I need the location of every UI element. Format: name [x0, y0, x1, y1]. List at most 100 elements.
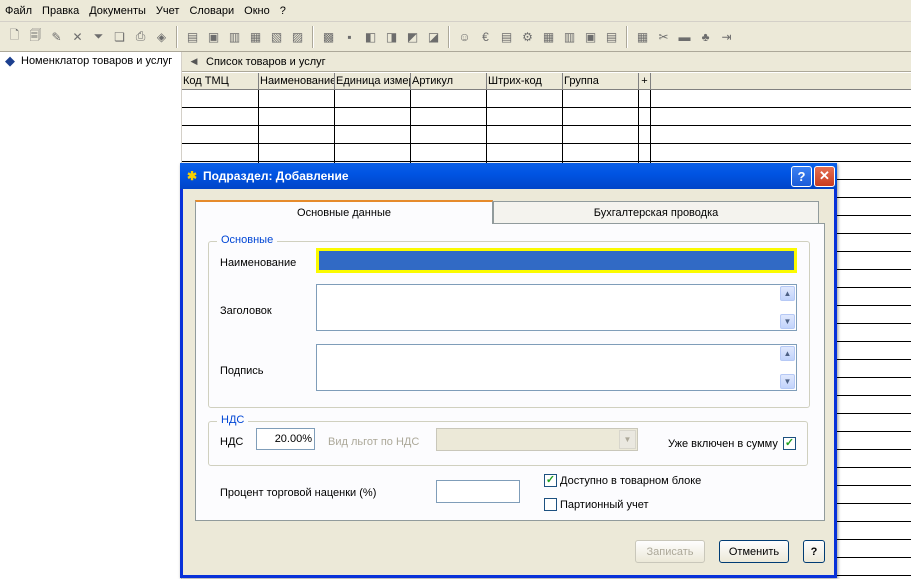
- chart-icon[interactable]: ◨: [382, 27, 401, 46]
- delete-icon[interactable]: ✕: [68, 27, 87, 46]
- column-header-group[interactable]: Группа: [563, 73, 639, 90]
- menu-dictionaries[interactable]: Словари: [184, 0, 239, 22]
- tree-item-nomenclature[interactable]: ◆ Номенклатор товаров и услуг: [0, 52, 181, 70]
- table-cell[interactable]: [335, 108, 411, 126]
- transfer-icon[interactable]: ♣: [696, 27, 715, 46]
- list-icon[interactable]: ▤: [602, 27, 621, 46]
- folder-open-icon[interactable]: ▬: [675, 27, 694, 46]
- table-cell[interactable]: [651, 90, 911, 108]
- table-cell[interactable]: [259, 108, 335, 126]
- move-icon[interactable]: ▦: [246, 27, 265, 46]
- export-icon[interactable]: ▨: [288, 27, 307, 46]
- table-cell[interactable]: [487, 126, 563, 144]
- collapse-arrow-icon[interactable]: ◀: [186, 54, 202, 70]
- upload-icon[interactable]: ▧: [267, 27, 286, 46]
- header-scrollbar[interactable]: ▲ ▼: [780, 286, 795, 329]
- print-icon[interactable]: ⎙: [131, 27, 150, 46]
- archive-icon[interactable]: ▣: [581, 27, 600, 46]
- filter-icon[interactable]: ⏷: [89, 27, 108, 46]
- link-icon[interactable]: ◧: [361, 27, 380, 46]
- table-row[interactable]: [182, 90, 911, 108]
- menu-help[interactable]: ?: [275, 0, 291, 22]
- new-doc-icon[interactable]: 🗋: [5, 27, 24, 46]
- table-icon[interactable]: ▥: [560, 27, 579, 46]
- signature-scrollbar[interactable]: ▲ ▼: [780, 346, 795, 389]
- menu-edit[interactable]: Правка: [37, 0, 84, 22]
- table-cell[interactable]: [639, 90, 651, 108]
- table-cell[interactable]: [639, 126, 651, 144]
- table-cell[interactable]: [487, 90, 563, 108]
- vat-included-checkbox[interactable]: ✓: [783, 437, 796, 450]
- column-header-name[interactable]: Наименование: [259, 73, 335, 90]
- menu-file[interactable]: Файл: [0, 0, 37, 22]
- save-button[interactable]: Записать: [635, 540, 705, 563]
- table-cell[interactable]: [651, 144, 911, 162]
- dialog-titlebar[interactable]: ✱ Подраздел: Добавление ? ✕: [180, 163, 837, 189]
- table-cell[interactable]: [563, 126, 639, 144]
- table-cell[interactable]: [651, 108, 911, 126]
- exit-icon[interactable]: ⇥: [717, 27, 736, 46]
- title-close-button[interactable]: ✕: [814, 165, 835, 187]
- notes-icon[interactable]: ▤: [497, 27, 516, 46]
- table-cell[interactable]: [411, 108, 487, 126]
- table-cell[interactable]: [411, 126, 487, 144]
- edit-doc-icon[interactable]: ✎: [47, 27, 66, 46]
- table-cell[interactable]: [563, 108, 639, 126]
- bookmark-icon[interactable]: ▪: [340, 27, 359, 46]
- table-cell[interactable]: [563, 144, 639, 162]
- tools-icon[interactable]: ✂: [654, 27, 673, 46]
- layers-icon[interactable]: ◩: [403, 27, 422, 46]
- menu-accounting[interactable]: Учет: [151, 0, 185, 22]
- menu-documents[interactable]: Документы: [84, 0, 151, 22]
- table-cell[interactable]: [259, 126, 335, 144]
- table-cell[interactable]: [182, 108, 259, 126]
- scroll-down-icon[interactable]: ▼: [780, 314, 795, 329]
- package-icon[interactable]: ◈: [152, 27, 171, 46]
- header-textarea[interactable]: ▲ ▼: [316, 284, 797, 331]
- available-checkbox[interactable]: ✓: [544, 474, 557, 487]
- table-cell[interactable]: [182, 126, 259, 144]
- table-cell[interactable]: [487, 108, 563, 126]
- vat-rate-input[interactable]: 20.00%: [256, 428, 315, 450]
- column-header-unit[interactable]: Единица измер: [335, 73, 411, 90]
- signature-textarea[interactable]: ▲ ▼: [316, 344, 797, 391]
- folder-icon[interactable]: ▤: [183, 27, 202, 46]
- chevron-down-icon[interactable]: ▼: [619, 430, 636, 449]
- table-cell[interactable]: [639, 108, 651, 126]
- tab-main-data[interactable]: Основные данные: [195, 200, 493, 224]
- table-row[interactable]: [182, 108, 911, 126]
- book-icon[interactable]: ▩: [319, 27, 338, 46]
- import-icon[interactable]: ▥: [225, 27, 244, 46]
- title-help-button[interactable]: ?: [791, 165, 812, 187]
- tag-icon[interactable]: ❏: [110, 27, 129, 46]
- cancel-button[interactable]: Отменить: [719, 540, 789, 563]
- group-icon[interactable]: ▦: [539, 27, 558, 46]
- table-cell[interactable]: [182, 144, 259, 162]
- tab-accounting-entry[interactable]: Бухгалтерская проводка: [493, 201, 819, 223]
- table-cell[interactable]: [259, 144, 335, 162]
- column-add-button[interactable]: +: [639, 73, 651, 90]
- markup-input[interactable]: [436, 480, 520, 503]
- table-cell[interactable]: [335, 144, 411, 162]
- column-header-code[interactable]: Код ТМЦ: [182, 73, 259, 90]
- table-cell[interactable]: [411, 144, 487, 162]
- copy-doc-icon[interactable]: 🗐: [26, 27, 45, 46]
- table-cell[interactable]: [259, 90, 335, 108]
- column-header-barcode[interactable]: Штрих-код: [487, 73, 563, 90]
- table-cell[interactable]: [487, 144, 563, 162]
- table-cell[interactable]: [651, 126, 911, 144]
- settings-icon[interactable]: ⚙: [518, 27, 537, 46]
- table-row[interactable]: [182, 144, 911, 162]
- table-cell[interactable]: [335, 126, 411, 144]
- table-cell[interactable]: [563, 90, 639, 108]
- table-cell[interactable]: [335, 90, 411, 108]
- column-header-article[interactable]: Артикул: [411, 73, 487, 90]
- calculator-icon[interactable]: ▦: [633, 27, 652, 46]
- scroll-up-icon[interactable]: ▲: [780, 346, 795, 361]
- menu-window[interactable]: Окно: [239, 0, 275, 22]
- document-icon[interactable]: ◪: [424, 27, 443, 46]
- name-input[interactable]: [316, 248, 797, 273]
- scroll-down-icon[interactable]: ▼: [780, 374, 795, 389]
- scroll-up-icon[interactable]: ▲: [780, 286, 795, 301]
- user-icon[interactable]: ☺: [455, 27, 474, 46]
